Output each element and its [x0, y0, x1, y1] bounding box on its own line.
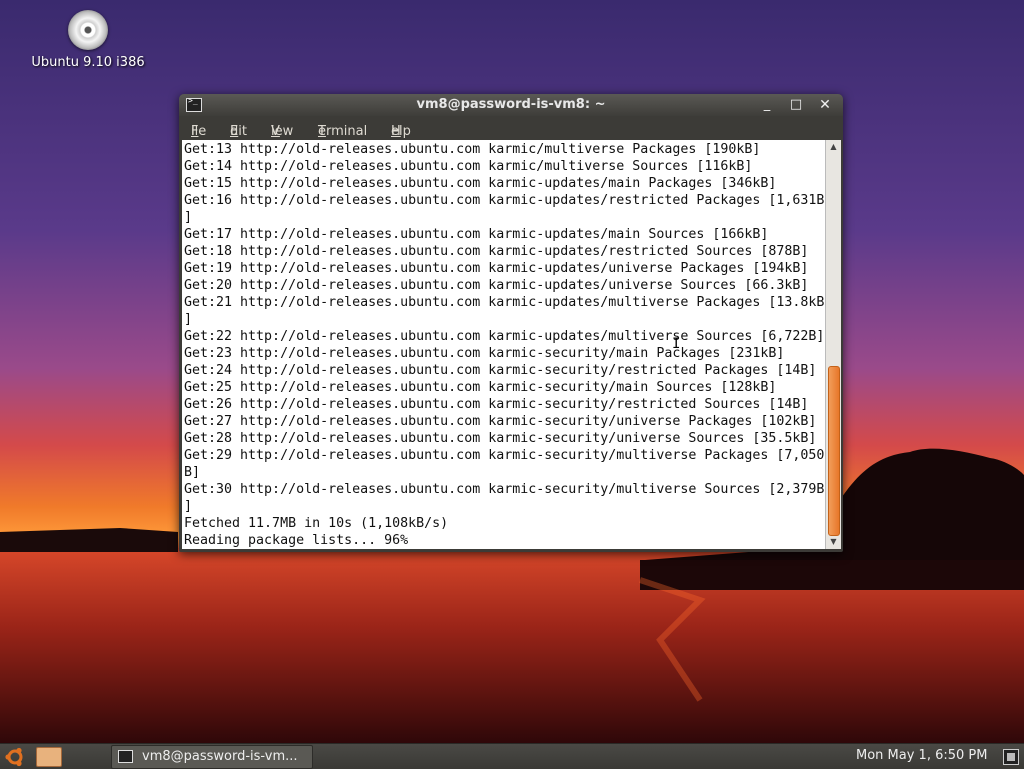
terminal-window: vm8@password-is-vm8: ~ _ □ ✕ File Edit V… — [179, 94, 843, 552]
menu-edit-label: dit — [230, 124, 247, 139]
bottom-panel: vm8@password-is-vm... Mon May 1, 6:50 PM — [0, 743, 1024, 769]
minimize-button[interactable]: _ — [758, 96, 776, 114]
close-button[interactable]: ✕ — [816, 96, 834, 114]
window-titlebar[interactable]: vm8@password-is-vm8: ~ _ □ ✕ — [179, 94, 843, 116]
session-menu-icon[interactable] — [1003, 749, 1019, 765]
terminal-text-area[interactable]: Get:13 http://old-releases.ubuntu.com ka… — [182, 140, 825, 549]
panel-clock[interactable]: Mon May 1, 6:50 PM — [856, 748, 987, 763]
menu-bar: File Edit View Terminal Help — [179, 116, 843, 140]
terminal-icon — [118, 750, 133, 763]
taskbar-window-button[interactable]: vm8@password-is-vm... — [111, 745, 313, 769]
ubuntu-logo-icon[interactable] — [4, 746, 26, 768]
window-title: vm8@password-is-vm8: ~ — [416, 97, 606, 112]
menu-help-label: elp — [391, 124, 411, 139]
desktop-icon-label: Ubuntu 9.10 i386 — [31, 55, 145, 70]
terminal-output: Get:13 http://old-releases.ubuntu.com ka… — [184, 142, 825, 548]
desktop-icon-ubuntu-cd[interactable]: Ubuntu 9.10 i386 — [28, 10, 148, 70]
taskbar-window-label: vm8@password-is-vm... — [142, 749, 298, 764]
menu-view-label: iew — [271, 124, 294, 139]
vertical-scrollbar[interactable]: ▲ ▼ — [825, 140, 841, 549]
cd-disc-icon — [68, 10, 108, 50]
scroll-down-arrow-icon[interactable]: ▼ — [826, 535, 841, 549]
scroll-up-arrow-icon[interactable]: ▲ — [826, 140, 841, 154]
show-desktop-button[interactable] — [36, 747, 62, 767]
menu-file-label: ile — [191, 124, 207, 139]
menu-terminal-label: erminal — [318, 124, 368, 139]
scrollbar-thumb[interactable] — [828, 366, 840, 536]
maximize-button[interactable]: □ — [787, 96, 805, 114]
text-cursor-ibeam-icon: I — [672, 337, 680, 351]
